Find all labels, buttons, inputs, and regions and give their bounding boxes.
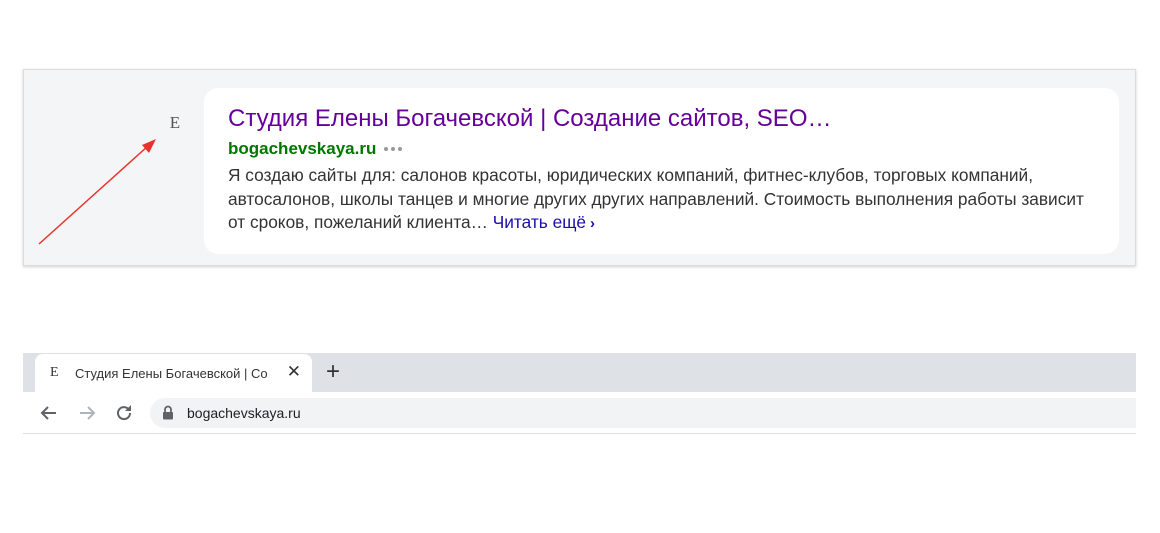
description-text: Я создаю сайты для: салонов красоты, юри… bbox=[228, 165, 1084, 232]
address-bar[interactable]: bogachevskaya.ru bbox=[150, 398, 1136, 428]
red-pointer-arrow-icon bbox=[38, 139, 156, 245]
search-result-url-row: bogachevskaya.ru bbox=[228, 138, 1095, 160]
arrow-left-icon[interactable] bbox=[39, 403, 59, 423]
new-tab-button[interactable]: + bbox=[326, 360, 340, 384]
chevron-right-icon: › bbox=[590, 215, 596, 232]
search-result-card: Студия Елены Богачевской | Создание сайт… bbox=[204, 88, 1119, 254]
read-more-label: Читать ещё bbox=[492, 212, 587, 232]
arrow-right-icon[interactable] bbox=[77, 403, 97, 423]
browser-toolbar: bogachevskaya.ru bbox=[23, 392, 1136, 434]
site-favicon-icon: E bbox=[169, 113, 181, 132]
reload-icon[interactable] bbox=[114, 403, 134, 423]
browser-tab-active[interactable]: E Студия Елены Богачевской | Со ✕ bbox=[35, 354, 312, 392]
close-icon[interactable]: ✕ bbox=[287, 362, 301, 382]
tab-favicon-icon: E bbox=[50, 365, 59, 380]
search-result-title-link[interactable]: Студия Елены Богачевской | Создание сайт… bbox=[228, 104, 1095, 134]
tab-title: Студия Елены Богачевской | Со bbox=[75, 366, 268, 381]
more-options-icon[interactable] bbox=[384, 147, 403, 151]
address-bar-url: bogachevskaya.ru bbox=[187, 405, 301, 421]
lock-icon[interactable] bbox=[162, 405, 174, 420]
browser-tabstrip: E Студия Елены Богачевской | Со ✕ + bbox=[23, 353, 1136, 392]
search-result-description: Я создаю сайты для: салонов красоты, юри… bbox=[228, 164, 1098, 236]
read-more-link[interactable]: Читать ещё › bbox=[493, 212, 595, 232]
search-result-url-link[interactable]: bogachevskaya.ru bbox=[228, 139, 376, 159]
